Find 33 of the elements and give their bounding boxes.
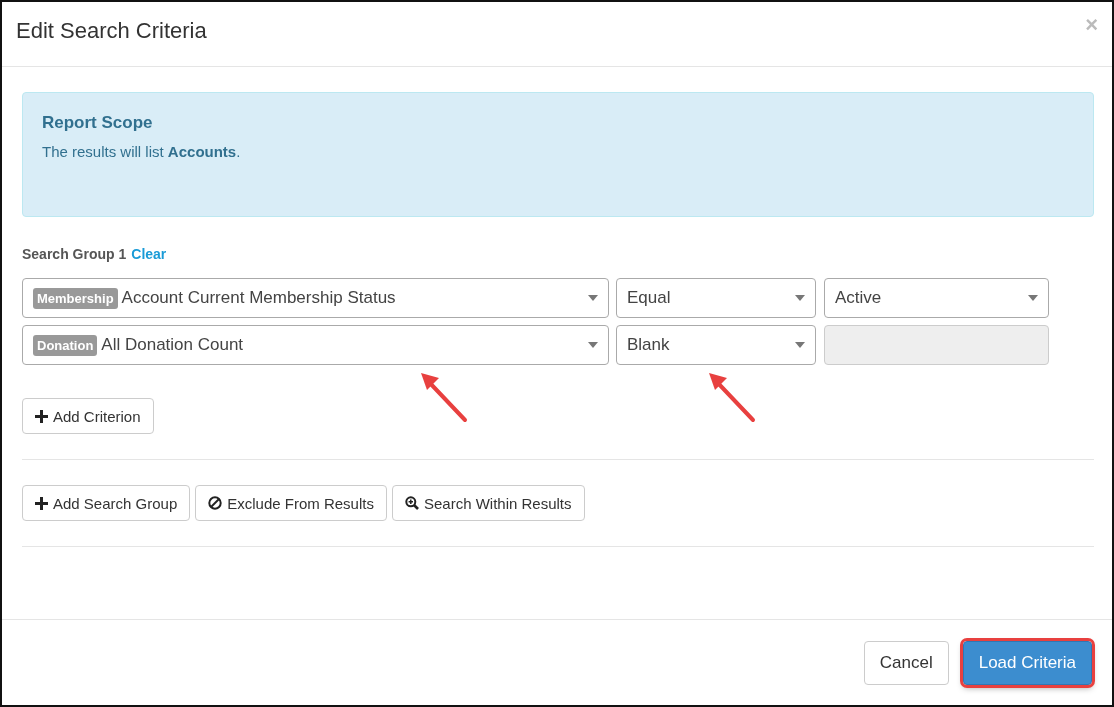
operator-select[interactable]: Blank <box>616 325 816 365</box>
field-value: All Donation Count <box>101 335 245 355</box>
plus-icon <box>35 409 48 423</box>
caret-icon <box>588 295 598 301</box>
panel-heading: Report Scope <box>42 113 154 133</box>
field-value: Account Current Membership Status <box>121 288 397 308</box>
field-select[interactable]: Donation All Donation Count <box>22 325 609 365</box>
panel-text: The results will list Accounts. <box>42 143 242 160</box>
ban-icon <box>208 496 223 510</box>
group-label: Search Group 1 <box>22 246 127 262</box>
value-text: Active <box>835 288 883 308</box>
plus-icon <box>35 496 48 510</box>
caret-icon <box>795 295 805 301</box>
dialog-title: Edit Search Criteria <box>16 18 207 44</box>
category-tag: Donation <box>33 334 98 356</box>
operator-value: Equal <box>627 288 672 308</box>
cancel-button[interactable]: Cancel <box>863 640 949 685</box>
action-button[interactable]: Exclude From Results <box>195 485 387 521</box>
action-button[interactable]: Add Search Group <box>22 485 191 521</box>
add-criterion-button[interactable]: Add Criterion <box>22 398 154 434</box>
caret-icon <box>1028 295 1038 301</box>
load-button[interactable]: Load Criteria <box>962 640 1092 685</box>
caret-icon <box>795 342 805 348</box>
operator-value: Blank <box>627 335 671 355</box>
caret-icon <box>588 342 598 348</box>
category-tag: Membership <box>33 287 118 309</box>
annotation-arrow <box>419 371 469 423</box>
field-select[interactable]: Membership Account Current Membership Status <box>22 278 609 318</box>
action-button[interactable]: Search Within Results <box>391 485 585 521</box>
operator-select[interactable]: Equal <box>616 278 816 318</box>
zoom-in-icon <box>404 496 419 510</box>
value-select[interactable]: Active <box>824 278 1049 318</box>
annotation-arrow <box>707 371 757 423</box>
